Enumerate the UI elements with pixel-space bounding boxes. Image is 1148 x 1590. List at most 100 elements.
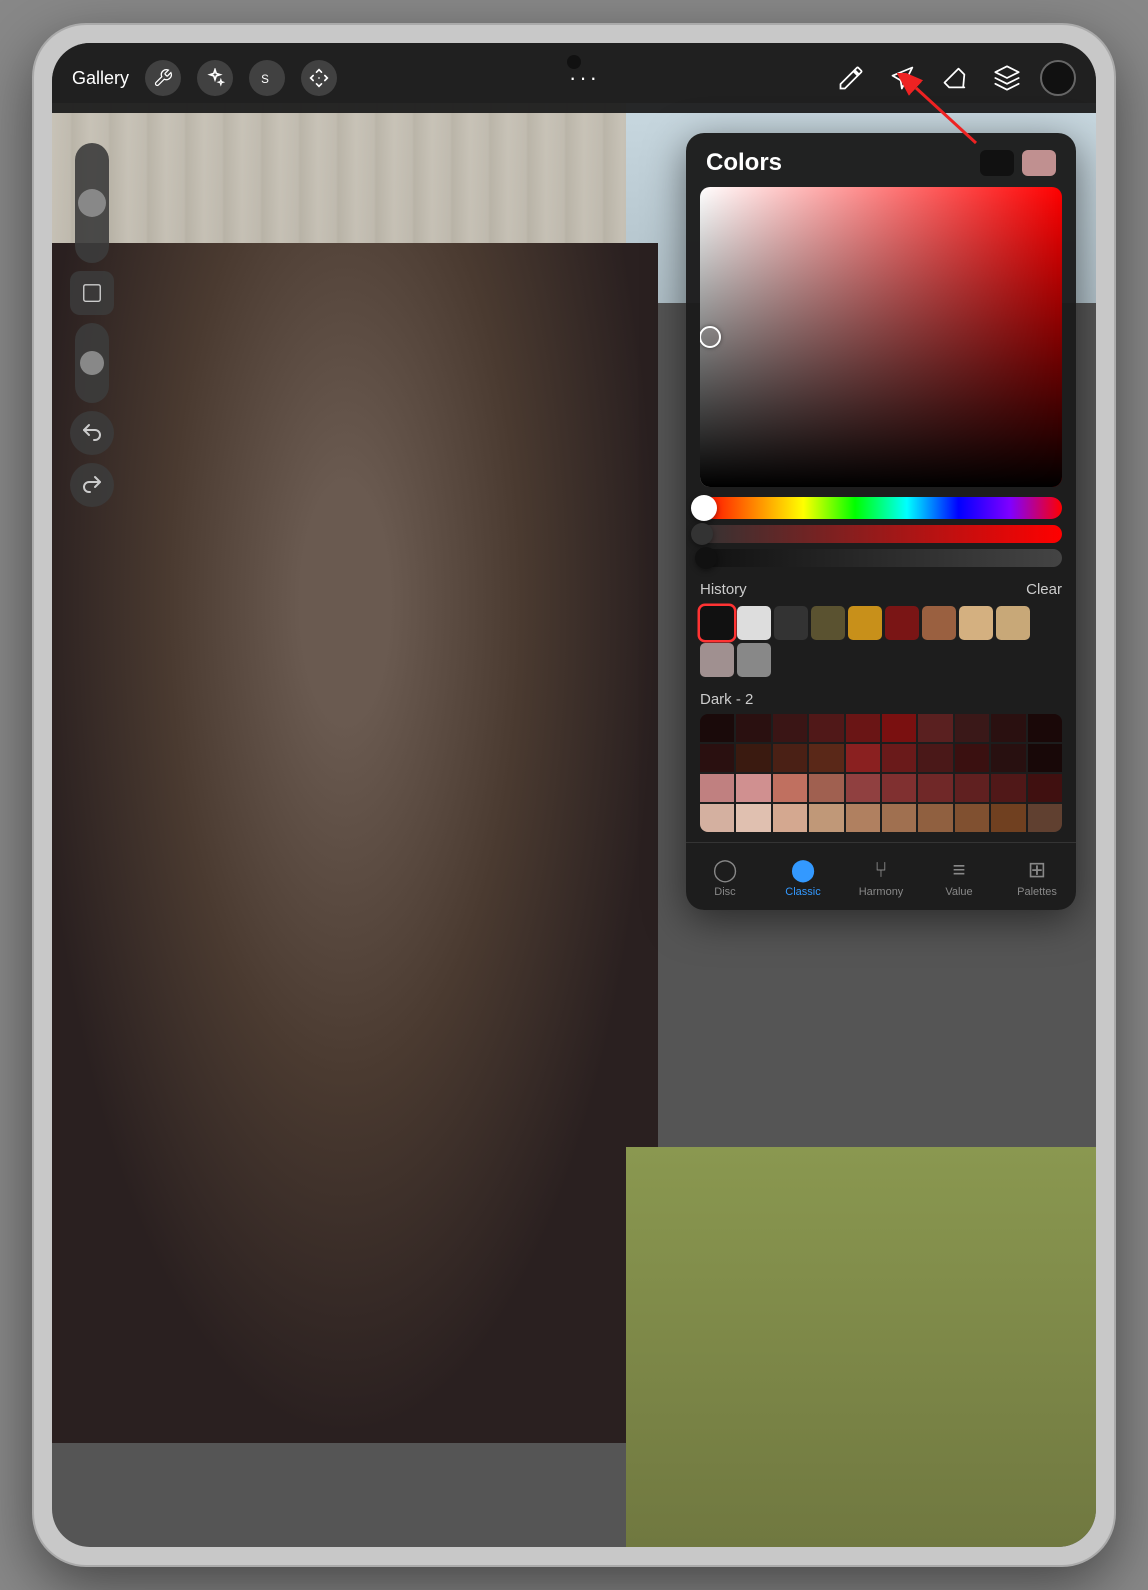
classic-tab-label: Classic xyxy=(785,886,820,898)
dark-slider[interactable] xyxy=(700,549,1062,567)
brush-size-slider[interactable] xyxy=(75,143,109,263)
palettes-tab-icon: ⊞ xyxy=(1028,857,1046,883)
palette-cell-23[interactable] xyxy=(809,774,843,802)
palette-cell-31[interactable] xyxy=(736,804,770,832)
palette-cell-6[interactable] xyxy=(918,714,952,742)
previous-color-swatch[interactable] xyxy=(1022,150,1056,176)
brush-tool-button[interactable] xyxy=(832,59,870,97)
palette-cell-7[interactable] xyxy=(955,714,989,742)
palette-cell-24[interactable] xyxy=(846,774,880,802)
palette-cell-14[interactable] xyxy=(846,744,880,772)
palette-cell-8[interactable] xyxy=(991,714,1025,742)
palette-cell-18[interactable] xyxy=(991,744,1025,772)
palette-cell-39[interactable] xyxy=(1028,804,1062,832)
picker-cursor xyxy=(700,326,721,348)
square-tool-button[interactable] xyxy=(70,271,114,315)
palette-cell-19[interactable] xyxy=(1028,744,1062,772)
palette-cell-4[interactable] xyxy=(846,714,880,742)
palette-cell-20[interactable] xyxy=(700,774,734,802)
color-selector-button[interactable] xyxy=(1040,60,1076,96)
dark-slider-thumb[interactable] xyxy=(695,547,717,569)
palette-cell-10[interactable] xyxy=(700,744,734,772)
harmony-tab-icon: ⑂ xyxy=(874,857,887,883)
palettes-tab-label: Palettes xyxy=(1017,886,1057,898)
palette-cell-26[interactable] xyxy=(918,774,952,802)
eraser-tool-button[interactable] xyxy=(936,59,974,97)
palette-cell-30[interactable] xyxy=(700,804,734,832)
palette-cell-28[interactable] xyxy=(991,774,1025,802)
hue-slider[interactable] xyxy=(700,497,1062,519)
palette-cell-11[interactable] xyxy=(736,744,770,772)
palette-cell-3[interactable] xyxy=(809,714,843,742)
gradient-overlay xyxy=(700,187,1062,487)
palette-cell-1[interactable] xyxy=(736,714,770,742)
magic-wand-button[interactable] xyxy=(197,60,233,96)
palette-cell-0[interactable] xyxy=(700,714,734,742)
redo-button[interactable] xyxy=(70,463,114,507)
history-swatch-8[interactable] xyxy=(996,606,1030,640)
palette-cell-27[interactable] xyxy=(955,774,989,802)
palette-cell-21[interactable] xyxy=(736,774,770,802)
tab-classic[interactable]: ⬤ Classic xyxy=(764,853,842,902)
palette-cell-36[interactable] xyxy=(918,804,952,832)
opacity-thumb[interactable] xyxy=(80,351,104,375)
gallery-button[interactable]: Gallery xyxy=(72,68,129,89)
palette-cell-5[interactable] xyxy=(882,714,916,742)
ipad-frame: Gallery S ··· xyxy=(34,25,1114,1565)
tab-palettes[interactable]: ⊞ Palettes xyxy=(998,853,1076,902)
undo-button[interactable] xyxy=(70,411,114,455)
history-swatch-9[interactable] xyxy=(700,643,734,677)
history-swatch-6[interactable] xyxy=(922,606,956,640)
history-swatch-5[interactable] xyxy=(885,606,919,640)
palette-cell-32[interactable] xyxy=(773,804,807,832)
hue-slider-thumb[interactable] xyxy=(691,495,717,521)
color-gradient-picker[interactable] xyxy=(700,187,1062,487)
palette-cell-25[interactable] xyxy=(882,774,916,802)
palette-cell-13[interactable] xyxy=(809,744,843,772)
opacity-slider[interactable] xyxy=(75,323,109,403)
colors-panel: Colors xyxy=(686,133,1076,910)
value-tab-icon: ≡ xyxy=(953,857,966,883)
tab-disc[interactable]: ◯ Disc xyxy=(686,853,764,902)
palette-cell-38[interactable] xyxy=(991,804,1025,832)
palette-cell-33[interactable] xyxy=(809,804,843,832)
header-swatches xyxy=(980,150,1056,176)
tab-value[interactable]: ≡ Value xyxy=(920,853,998,902)
palette-cell-35[interactable] xyxy=(882,804,916,832)
palette-cell-2[interactable] xyxy=(773,714,807,742)
palette-cell-29[interactable] xyxy=(1028,774,1062,802)
alpha-slider-thumb[interactable] xyxy=(691,523,713,545)
classic-tab-icon: ⬤ xyxy=(791,857,816,883)
palette-cell-34[interactable] xyxy=(846,804,880,832)
palette-cell-17[interactable] xyxy=(955,744,989,772)
history-swatch-0[interactable] xyxy=(700,606,734,640)
current-color-swatch[interactable] xyxy=(980,150,1014,176)
toolbar-left: Gallery S xyxy=(72,60,337,96)
ipad-screen: Gallery S ··· xyxy=(52,43,1096,1547)
palette-cell-22[interactable] xyxy=(773,774,807,802)
palette-label: Dark - 2 xyxy=(686,683,1076,714)
harmony-tab-label: Harmony xyxy=(859,886,904,898)
brush-size-thumb[interactable] xyxy=(78,189,106,217)
history-swatch-1[interactable] xyxy=(737,606,771,640)
toolbar-right xyxy=(832,59,1076,97)
alpha-slider[interactable] xyxy=(700,525,1062,543)
palette-cell-9[interactable] xyxy=(1028,714,1062,742)
history-swatch-7[interactable] xyxy=(959,606,993,640)
layers-button[interactable] xyxy=(988,59,1026,97)
palette-cell-12[interactable] xyxy=(773,744,807,772)
smudge-tool-button[interactable] xyxy=(884,59,922,97)
left-sidebar xyxy=(64,143,119,507)
wrench-button[interactable] xyxy=(145,60,181,96)
tab-harmony[interactable]: ⑂ Harmony xyxy=(842,853,920,902)
history-swatch-4[interactable] xyxy=(848,606,882,640)
selection-button[interactable]: S xyxy=(249,60,285,96)
history-swatch-2[interactable] xyxy=(774,606,808,640)
palette-cell-15[interactable] xyxy=(882,744,916,772)
palette-cell-37[interactable] xyxy=(955,804,989,832)
palette-cell-16[interactable] xyxy=(918,744,952,772)
history-swatch-3[interactable] xyxy=(811,606,845,640)
transform-button[interactable] xyxy=(301,60,337,96)
clear-history-button[interactable]: Clear xyxy=(1026,581,1062,598)
history-swatch-10[interactable] xyxy=(737,643,771,677)
